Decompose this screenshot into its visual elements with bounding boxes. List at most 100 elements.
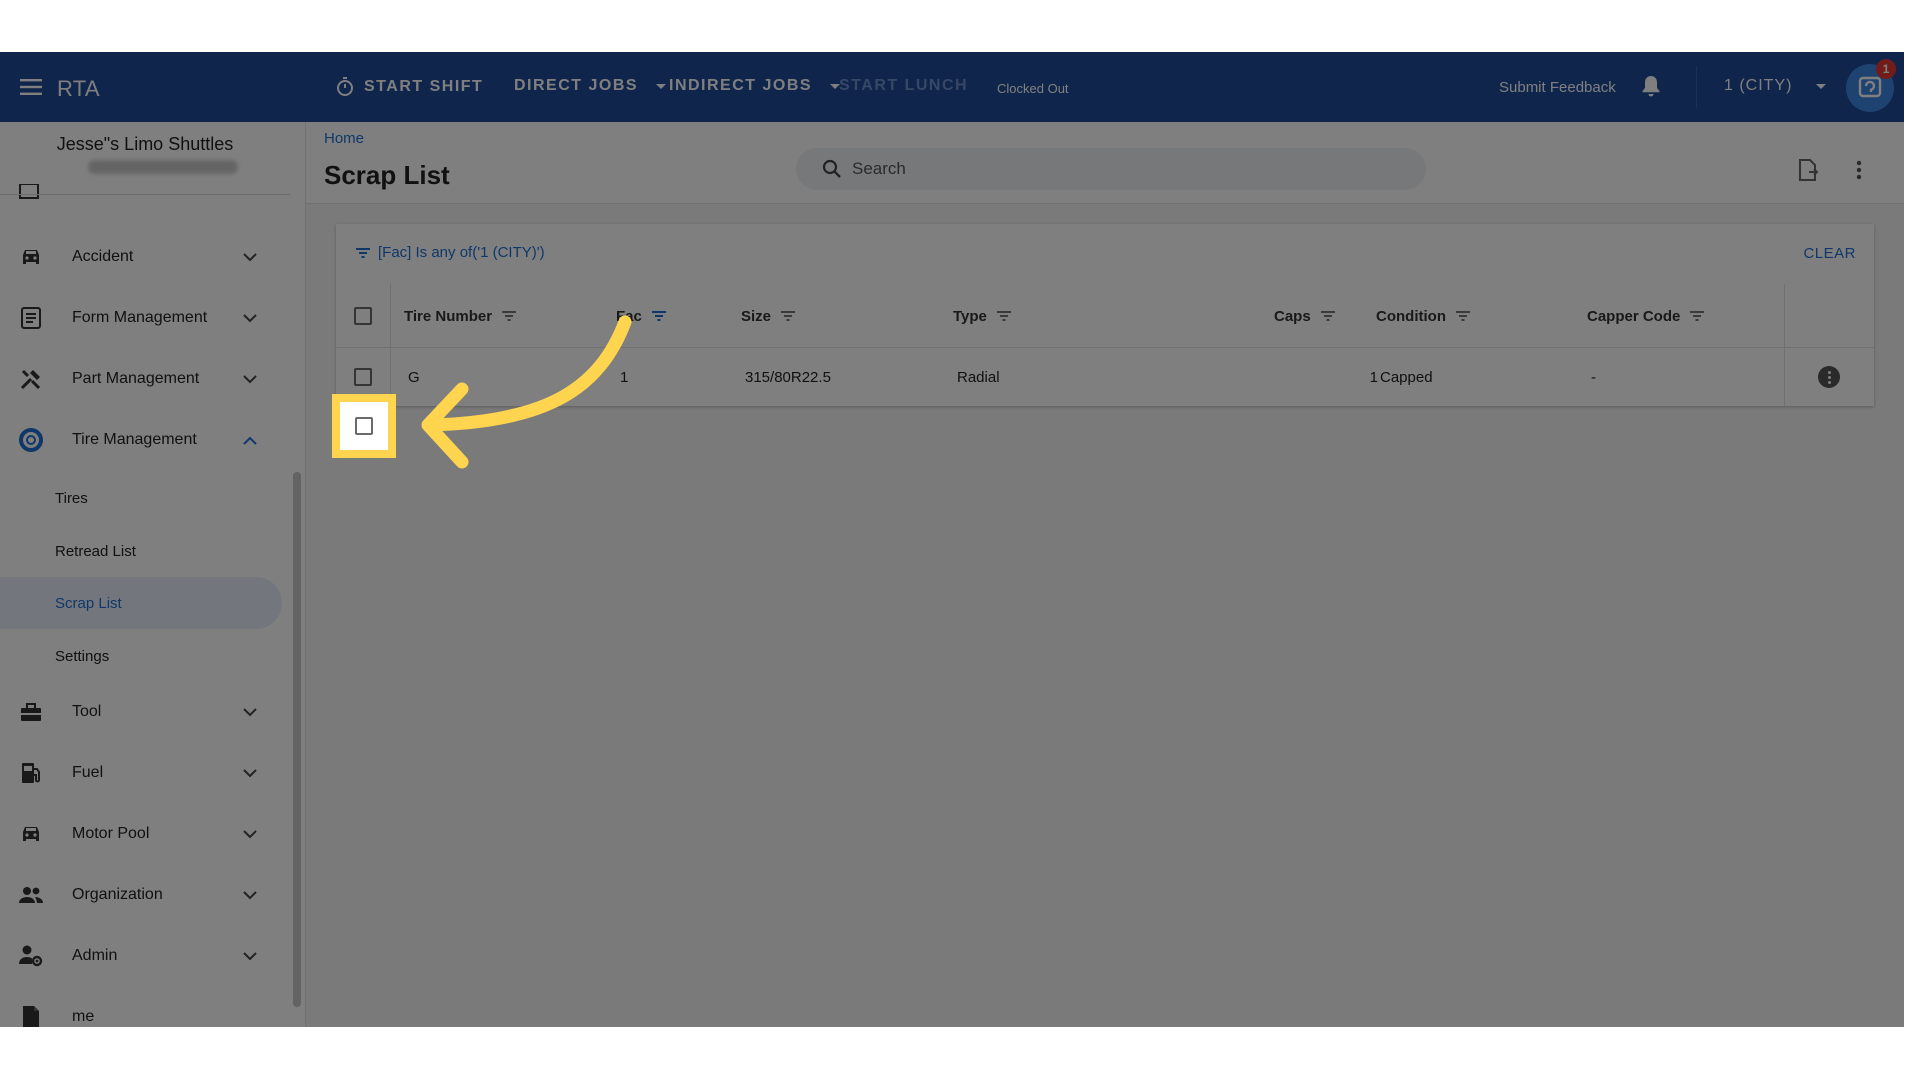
main-content: Home Scrap List [Fac] Is any of('1 (CITY… <box>306 122 1904 1027</box>
car-icon <box>18 244 44 270</box>
sidebar-item-fuel[interactable]: Fuel <box>0 748 290 798</box>
sidebar-subitem-settings[interactable]: Settings <box>0 630 282 682</box>
chevron-down-icon <box>242 249 258 265</box>
notifications-button[interactable] <box>1640 74 1662 98</box>
indirect-jobs-button[interactable]: INDIRECT JOBS <box>669 77 841 95</box>
sidebar-item-form-management[interactable]: Form Management <box>0 293 290 343</box>
tools-icon <box>18 366 44 392</box>
highlight-inner <box>340 402 388 450</box>
file-icon <box>18 1004 44 1027</box>
filter-icon <box>1455 311 1470 321</box>
checkbox-icon <box>354 368 372 386</box>
cell-type: Radial <box>957 368 1000 386</box>
help-chat-icon <box>1858 76 1882 98</box>
sidebar-item-me[interactable]: me <box>0 992 290 1027</box>
page-header: Home Scrap List <box>306 122 1904 204</box>
sidebar-item-motor-pool[interactable]: Motor Pool <box>0 809 290 859</box>
sidebar: Jesse"s Limo Shuttles Accident Form Mana… <box>0 122 306 1027</box>
column-header-size[interactable]: Size <box>741 284 796 348</box>
sidebar-item-tool[interactable]: Tool <box>0 687 290 737</box>
sidebar-subitem-scrap-list[interactable]: Scrap List <box>0 577 282 629</box>
fuel-icon <box>18 760 44 786</box>
chevron-up-icon <box>242 432 258 448</box>
indirect-jobs-label: INDIRECT JOBS <box>669 77 813 94</box>
clear-filter-button[interactable]: CLEAR <box>1803 245 1856 262</box>
chevron-down-icon <box>242 826 258 842</box>
checkbox-icon <box>355 417 373 435</box>
chevron-down-icon <box>242 887 258 903</box>
sidebar-item-part-management[interactable]: Part Management <box>0 354 290 404</box>
sidebar-item-label: Organization <box>72 886 163 903</box>
cell-condition: Capped <box>1380 368 1433 386</box>
row-actions-button[interactable] <box>1818 348 1840 406</box>
dropdown-arrow-icon <box>1816 83 1827 89</box>
sidebar-item-label: Fuel <box>72 764 104 781</box>
sidebar-item-admin[interactable]: Admin <box>0 931 290 981</box>
chevron-down-icon <box>242 704 258 720</box>
column-header-capper-code[interactable]: Capper Code <box>1587 284 1705 348</box>
people-icon <box>18 882 44 908</box>
search-bar[interactable] <box>796 148 1426 190</box>
start-shift-button[interactable]: START SHIFT <box>336 77 483 97</box>
column-header-type[interactable]: Type <box>953 284 1011 348</box>
chevron-down-icon <box>242 948 258 964</box>
checkbox-icon <box>354 307 372 325</box>
column-header-label: Caps <box>1274 307 1311 325</box>
clipped-icon <box>19 184 39 199</box>
menu-button[interactable] <box>16 72 46 102</box>
vertical-dots-icon <box>1856 160 1862 180</box>
sidebar-item-tire-management[interactable]: Tire Management <box>0 415 290 465</box>
org-subtitle-redacted <box>88 160 238 174</box>
direct-jobs-label: DIRECT JOBS <box>514 77 639 94</box>
start-lunch-button[interactable]: START LUNCH <box>839 77 968 95</box>
active-filter[interactable]: [Fac] Is any of('1 (CITY)') <box>356 244 545 261</box>
sidebar-item-organization[interactable]: Organization <box>0 870 290 920</box>
sidebar-subitem-retread-list[interactable]: Retread List <box>0 525 282 577</box>
sidebar-item-accident[interactable]: Accident <box>0 232 290 282</box>
direct-jobs-button[interactable]: DIRECT JOBS <box>514 77 667 95</box>
filter-icon <box>996 311 1011 321</box>
highlighted-row-checkbox[interactable] <box>332 394 396 458</box>
column-header-condition[interactable]: Condition <box>1376 284 1470 348</box>
cell-caps: 1 <box>1369 368 1378 386</box>
submit-feedback-link[interactable]: Submit Feedback <box>1499 79 1616 96</box>
tutorial-arrow-icon <box>421 315 632 469</box>
screenshot-stage: RTA START SHIFT DIRECT JOBS INDIRECT JOB… <box>0 0 1920 1080</box>
sidebar-subitem-label: Settings <box>55 647 110 665</box>
sidebar-item-label: Accident <box>72 248 134 265</box>
sidebar-scrollbar[interactable] <box>293 472 301 1007</box>
column-header-label: Condition <box>1376 307 1446 325</box>
sidebar-item-label: Admin <box>72 947 118 964</box>
filter-icon <box>781 311 796 321</box>
sidebar-subitem-tires[interactable]: Tires <box>0 472 282 524</box>
sidebar-item-label: Form Management <box>72 309 208 326</box>
toolbox-icon <box>18 699 44 725</box>
filter-icon <box>1320 311 1335 321</box>
cell-size: 315/80R22.5 <box>745 368 831 386</box>
sidebar-subitem-label: Retread List <box>55 542 136 560</box>
sidebar-item-label: Motor Pool <box>72 825 150 842</box>
export-file-icon <box>1799 159 1819 181</box>
search-input[interactable] <box>852 148 1412 190</box>
more-options-button[interactable] <box>1847 158 1871 182</box>
tire-icon <box>18 427 44 453</box>
export-button[interactable] <box>1796 158 1820 182</box>
select-all-checkbox[interactable] <box>354 284 372 348</box>
filter-active-icon <box>651 311 666 321</box>
sidebar-subitem-label: Scrap List <box>55 594 122 612</box>
filter-icon <box>356 247 370 258</box>
cell-capper-code: - <box>1591 368 1596 386</box>
stopwatch-icon <box>337 77 353 96</box>
location-selector[interactable]: 1 (CITY) <box>1724 77 1827 95</box>
app-title: RTA <box>57 76 100 101</box>
breadcrumb-home[interactable]: Home <box>324 130 364 147</box>
help-badge-count: 1 <box>1876 59 1896 79</box>
form-icon <box>18 305 44 331</box>
sidebar-item-label: me <box>72 1008 95 1025</box>
column-header-caps[interactable]: Caps <box>1274 284 1335 348</box>
clipped-nav-item <box>18 182 278 202</box>
sidebar-item-label: Tool <box>72 703 102 720</box>
app-window: RTA START SHIFT DIRECT JOBS INDIRECT JOB… <box>0 52 1904 1027</box>
filter-text: [Fac] Is any of('1 (CITY)') <box>378 244 545 261</box>
clock-status: Clocked Out <box>997 81 1069 96</box>
